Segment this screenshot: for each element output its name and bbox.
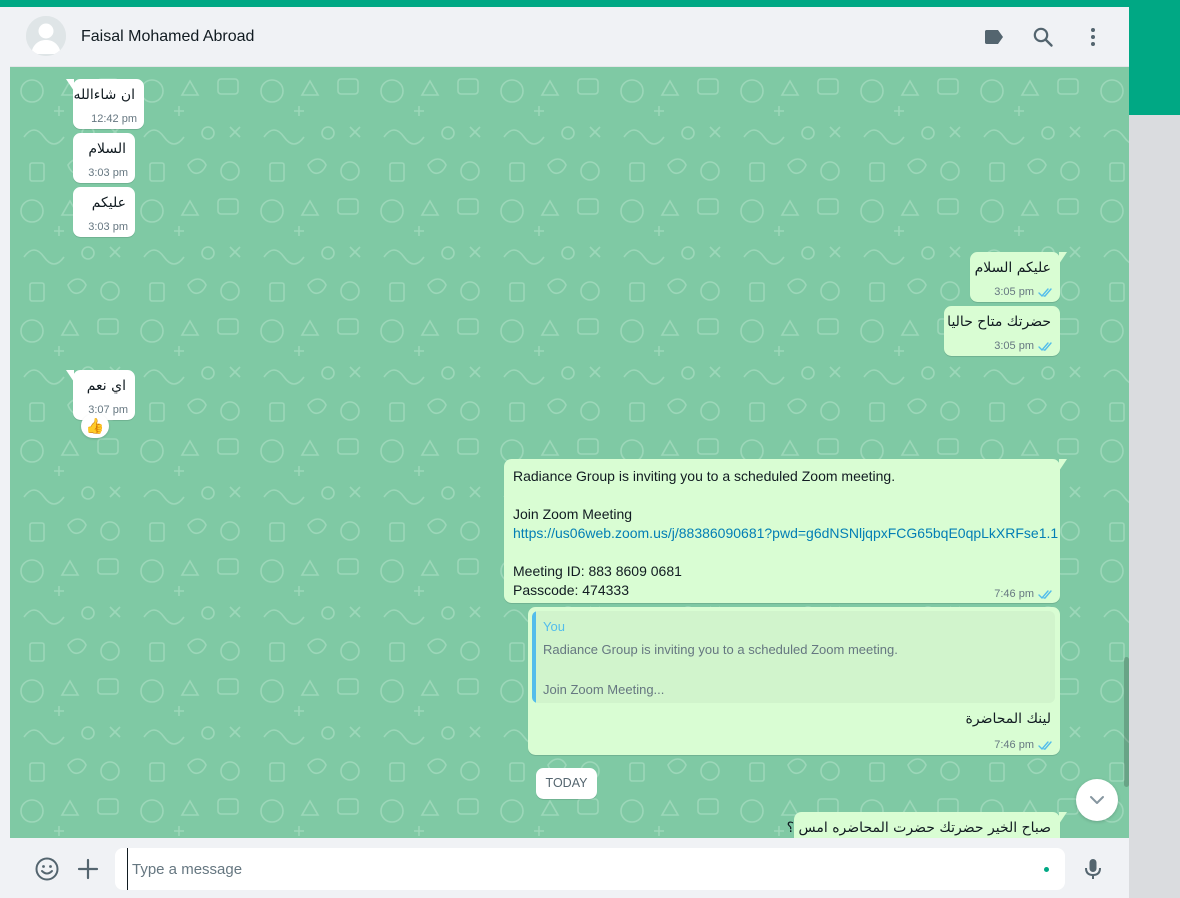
message-line: Join Zoom Meeting — [513, 506, 633, 522]
quote-author: You — [543, 619, 565, 634]
attach-plus-icon[interactable] — [75, 856, 101, 882]
label-icon[interactable] — [982, 25, 1006, 49]
outgoing-message[interactable]: صباح الخير حضرتك حضرت المحاضره امس ؟ — [787, 812, 1067, 838]
emoji-icon[interactable] — [34, 856, 60, 882]
message-line: Radiance Group is inviting you to a sche… — [513, 468, 896, 484]
conversation-header[interactable]: Faisal Mohamed Abroad — [10, 7, 1129, 67]
message-text: ان شاءالله — [73, 87, 136, 103]
message-list[interactable]: ان شاءالله 12:42 pm السلام 3:03 pm عليكم… — [10, 67, 1129, 838]
window-right-background — [1129, 115, 1180, 898]
message-time: 3:05 pm — [994, 340, 1034, 352]
message-time: 3:03 pm — [88, 221, 128, 233]
message-input[interactable] — [127, 848, 1027, 890]
incoming-message[interactable]: اي نعم 3:07 pm — [66, 370, 135, 420]
message-time: 7:46 pm — [994, 588, 1034, 600]
read-receipt-icon — [1038, 288, 1052, 298]
contact-name[interactable]: Faisal Mohamed Abroad — [81, 28, 254, 46]
incoming-message[interactable]: السلام 3:03 pm — [73, 133, 135, 183]
microphone-icon[interactable] — [1080, 856, 1106, 882]
message-time: 3:05 pm — [994, 286, 1034, 298]
date-divider: TODAY — [536, 768, 597, 799]
quoted-message[interactable]: You Radiance Group is inviting you to a … — [532, 611, 1055, 703]
conversation-panel: Faisal Mohamed Abroad ان شاءالله 12:42 p… — [10, 7, 1129, 898]
incoming-message[interactable]: عليكم 3:03 pm — [73, 187, 135, 237]
message-input-box[interactable] — [115, 848, 1065, 890]
outgoing-reply-message[interactable]: You Radiance Group is inviting you to a … — [528, 607, 1060, 755]
message-text: عليكم — [91, 195, 126, 211]
read-receipt-icon — [1038, 590, 1052, 600]
message-time: 7:46 pm — [994, 739, 1034, 751]
default-avatar-icon — [26, 16, 66, 56]
message-text: السلام — [88, 141, 126, 157]
outgoing-message[interactable]: Radiance Group is inviting you to a sche… — [504, 459, 1067, 603]
message-line: Meeting ID: 883 8609 0681 — [513, 563, 682, 579]
message-line: Passcode: 474333 — [513, 582, 629, 598]
message-composer — [10, 838, 1129, 898]
input-status-dot — [1044, 867, 1049, 872]
search-icon[interactable] — [1031, 25, 1055, 49]
message-text: صباح الخير حضرتك حضرت المحاضره امس ؟ — [786, 820, 1051, 836]
message-text: حضرتك متاح حاليا — [947, 314, 1051, 330]
window-right-accent — [1129, 0, 1180, 115]
scroll-to-bottom-button[interactable] — [1076, 779, 1118, 821]
message-time: 12:42 pm — [91, 113, 137, 125]
scrollbar[interactable] — [1124, 657, 1129, 787]
message-line — [513, 486, 1058, 505]
incoming-message[interactable]: ان شاءالله 12:42 pm — [66, 79, 144, 129]
message-time: 3:03 pm — [88, 167, 128, 179]
quote-text: Join Zoom Meeting... — [543, 682, 665, 697]
avatar[interactable] — [26, 16, 66, 56]
left-panel-edge — [0, 7, 10, 898]
read-receipt-icon — [1038, 741, 1052, 751]
outgoing-message[interactable]: حضرتك متاح حاليا 3:05 pm — [944, 306, 1060, 356]
menu-dots-icon[interactable] — [1081, 25, 1105, 49]
message-text: اي نعم — [86, 378, 126, 394]
message-line — [513, 543, 1058, 562]
top-accent-bar — [0, 0, 1180, 7]
read-receipt-icon — [1038, 342, 1052, 352]
message-text: Radiance Group is inviting you to a sche… — [513, 467, 1058, 600]
quote-text: Radiance Group is inviting you to a sche… — [543, 642, 898, 657]
zoom-meeting-link[interactable]: https://us06web.zoom.us/j/88386090681?pw… — [513, 524, 1058, 543]
outgoing-message[interactable]: عليكم السلام 3:05 pm — [970, 252, 1067, 302]
message-text: لينك المحاضرة — [965, 711, 1051, 727]
thumbs-up-reaction[interactable]: 👍 — [81, 414, 109, 438]
chevron-down-icon — [1090, 796, 1104, 804]
message-text: عليكم السلام — [974, 260, 1051, 276]
